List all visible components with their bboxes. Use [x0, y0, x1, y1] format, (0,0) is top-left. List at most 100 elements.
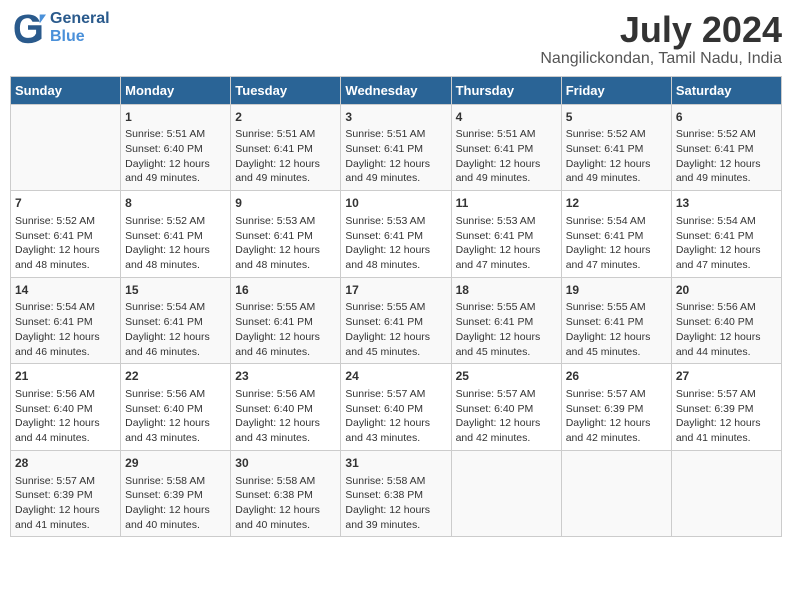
cell-info: Sunrise: 5:57 AMSunset: 6:39 PMDaylight:… [566, 387, 667, 446]
calendar-cell: 6Sunrise: 5:52 AMSunset: 6:41 PMDaylight… [671, 104, 781, 191]
day-number: 29 [125, 455, 226, 472]
calendar-cell: 31 Sunrise: 5:58 AMSunset: 6:38 PMDayligh… [341, 450, 451, 537]
cell-info: Sunrise: 5:56 AMSunset: 6:40 PMDaylight:… [125, 387, 226, 446]
header-monday: Monday [121, 76, 231, 104]
cell-info: Sunrise: 5:51 AMSunset: 6:41 PMDaylight:… [235, 127, 336, 186]
calendar-cell: 18Sunrise: 5:55 AMSunset: 6:41 PMDayligh… [451, 277, 561, 364]
calendar-cell: 7 Sunrise: 5:52 AMSunset: 6:41 PMDaylight… [11, 191, 121, 278]
calendar-cell: 17Sunrise: 5:55 AMSunset: 6:41 PMDayligh… [341, 277, 451, 364]
cell-info: Sunrise: 5:58 AMSunset: 6:39 PMDaylight:… [125, 474, 226, 533]
day-number: 17 [345, 282, 446, 299]
logo: General Blue [10, 10, 110, 46]
day-number: 28 [15, 455, 116, 472]
calendar-cell: 24 Sunrise: 5:57 AMSunset: 6:40 PMDayligh… [341, 364, 451, 451]
calendar-cell: 3Sunrise: 5:51 AMSunset: 6:41 PMDaylight… [341, 104, 451, 191]
header-thursday: Thursday [451, 76, 561, 104]
cell-info: Sunrise: 5:57 AMSunset: 6:40 PMDaylight:… [345, 387, 446, 446]
cell-info: Sunrise: 5:52 AMSunset: 6:41 PMDaylight:… [15, 214, 116, 273]
calendar-cell: 20Sunrise: 5:56 AMSunset: 6:40 PMDayligh… [671, 277, 781, 364]
calendar-cell: 16Sunrise: 5:55 AMSunset: 6:41 PMDayligh… [231, 277, 341, 364]
calendar-cell: 10 Sunrise: 5:53 AMSunset: 6:41 PMDayligh… [341, 191, 451, 278]
day-number: 18 [456, 282, 557, 299]
day-number: 21 [15, 368, 116, 385]
cell-info: Sunrise: 5:52 AMSunset: 6:41 PMDaylight:… [676, 127, 777, 186]
calendar-cell: 11 Sunrise: 5:53 AMSunset: 6:41 PMDayligh… [451, 191, 561, 278]
cell-info: Sunrise: 5:54 AMSunset: 6:41 PMDaylight:… [125, 300, 226, 359]
day-number: 1 [125, 109, 226, 126]
cell-info: Sunrise: 5:56 AMSunset: 6:40 PMDaylight:… [15, 387, 116, 446]
cell-info: Sunrise: 5:56 AMSunset: 6:40 PMDaylight:… [676, 300, 777, 359]
cell-info: Sunrise: 5:57 AMSunset: 6:40 PMDaylight:… [456, 387, 557, 446]
calendar-cell [11, 104, 121, 191]
logo-icon [10, 10, 46, 46]
header-tuesday: Tuesday [231, 76, 341, 104]
logo-text: General Blue [50, 10, 110, 46]
day-number: 31 [345, 455, 446, 472]
header: General Blue July 2024 Nangilickondan, T… [10, 10, 782, 68]
day-number: 3 [345, 109, 446, 126]
day-number: 12 [566, 195, 667, 212]
calendar-cell: 14Sunrise: 5:54 AMSunset: 6:41 PMDayligh… [11, 277, 121, 364]
day-number: 10 [345, 195, 446, 212]
day-number: 30 [235, 455, 336, 472]
header-wednesday: Wednesday [341, 76, 451, 104]
day-number: 9 [235, 195, 336, 212]
calendar-cell: 29 Sunrise: 5:58 AMSunset: 6:39 PMDayligh… [121, 450, 231, 537]
calendar-cell: 21 Sunrise: 5:56 AMSunset: 6:40 PMDayligh… [11, 364, 121, 451]
week-row-4: 21 Sunrise: 5:56 AMSunset: 6:40 PMDayligh… [11, 364, 782, 451]
header-saturday: Saturday [671, 76, 781, 104]
cell-info: Sunrise: 5:55 AMSunset: 6:41 PMDaylight:… [456, 300, 557, 359]
day-number: 16 [235, 282, 336, 299]
calendar-cell: 23 Sunrise: 5:56 AMSunset: 6:40 PMDayligh… [231, 364, 341, 451]
cell-info: Sunrise: 5:57 AMSunset: 6:39 PMDaylight:… [15, 474, 116, 533]
calendar-table: SundayMondayTuesdayWednesdayThursdayFrid… [10, 76, 782, 538]
header-friday: Friday [561, 76, 671, 104]
calendar-cell: 19Sunrise: 5:55 AMSunset: 6:41 PMDayligh… [561, 277, 671, 364]
day-number: 6 [676, 109, 777, 126]
week-row-1: 1Sunrise: 5:51 AMSunset: 6:40 PMDaylight… [11, 104, 782, 191]
page-subtitle: Nangilickondan, Tamil Nadu, India [540, 50, 782, 68]
day-number: 23 [235, 368, 336, 385]
day-number: 27 [676, 368, 777, 385]
calendar-cell: 9 Sunrise: 5:53 AMSunset: 6:41 PMDaylight… [231, 191, 341, 278]
calendar-cell: 25 Sunrise: 5:57 AMSunset: 6:40 PMDayligh… [451, 364, 561, 451]
day-number: 24 [345, 368, 446, 385]
day-number: 13 [676, 195, 777, 212]
calendar-header-row: SundayMondayTuesdayWednesdayThursdayFrid… [11, 76, 782, 104]
cell-info: Sunrise: 5:58 AMSunset: 6:38 PMDaylight:… [345, 474, 446, 533]
week-row-3: 14Sunrise: 5:54 AMSunset: 6:41 PMDayligh… [11, 277, 782, 364]
day-number: 4 [456, 109, 557, 126]
calendar-cell: 4Sunrise: 5:51 AMSunset: 6:41 PMDaylight… [451, 104, 561, 191]
calendar-cell: 22 Sunrise: 5:56 AMSunset: 6:40 PMDayligh… [121, 364, 231, 451]
page-title: July 2024 [540, 10, 782, 50]
cell-info: Sunrise: 5:53 AMSunset: 6:41 PMDaylight:… [235, 214, 336, 273]
cell-info: Sunrise: 5:53 AMSunset: 6:41 PMDaylight:… [345, 214, 446, 273]
calendar-cell: 13 Sunrise: 5:54 AMSunset: 6:41 PMDayligh… [671, 191, 781, 278]
calendar-cell: 12 Sunrise: 5:54 AMSunset: 6:41 PMDayligh… [561, 191, 671, 278]
day-number: 8 [125, 195, 226, 212]
week-row-2: 7 Sunrise: 5:52 AMSunset: 6:41 PMDaylight… [11, 191, 782, 278]
header-sunday: Sunday [11, 76, 121, 104]
calendar-cell: 8 Sunrise: 5:52 AMSunset: 6:41 PMDaylight… [121, 191, 231, 278]
cell-info: Sunrise: 5:52 AMSunset: 6:41 PMDaylight:… [125, 214, 226, 273]
cell-info: Sunrise: 5:55 AMSunset: 6:41 PMDaylight:… [345, 300, 446, 359]
cell-info: Sunrise: 5:54 AMSunset: 6:41 PMDaylight:… [15, 300, 116, 359]
day-number: 7 [15, 195, 116, 212]
day-number: 22 [125, 368, 226, 385]
cell-info: Sunrise: 5:53 AMSunset: 6:41 PMDaylight:… [456, 214, 557, 273]
day-number: 25 [456, 368, 557, 385]
cell-info: Sunrise: 5:54 AMSunset: 6:41 PMDaylight:… [566, 214, 667, 273]
calendar-cell: 2Sunrise: 5:51 AMSunset: 6:41 PMDaylight… [231, 104, 341, 191]
cell-info: Sunrise: 5:52 AMSunset: 6:41 PMDaylight:… [566, 127, 667, 186]
cell-info: Sunrise: 5:51 AMSunset: 6:41 PMDaylight:… [456, 127, 557, 186]
week-row-5: 28 Sunrise: 5:57 AMSunset: 6:39 PMDayligh… [11, 450, 782, 537]
calendar-cell: 26Sunrise: 5:57 AMSunset: 6:39 PMDayligh… [561, 364, 671, 451]
cell-info: Sunrise: 5:54 AMSunset: 6:41 PMDaylight:… [676, 214, 777, 273]
calendar-cell: 1Sunrise: 5:51 AMSunset: 6:40 PMDaylight… [121, 104, 231, 191]
calendar-cell: 27Sunrise: 5:57 AMSunset: 6:39 PMDayligh… [671, 364, 781, 451]
day-number: 11 [456, 195, 557, 212]
cell-info: Sunrise: 5:56 AMSunset: 6:40 PMDaylight:… [235, 387, 336, 446]
calendar-cell: 30Sunrise: 5:58 AMSunset: 6:38 PMDayligh… [231, 450, 341, 537]
calendar-cell: 28 Sunrise: 5:57 AMSunset: 6:39 PMDayligh… [11, 450, 121, 537]
calendar-cell: 15Sunrise: 5:54 AMSunset: 6:41 PMDayligh… [121, 277, 231, 364]
